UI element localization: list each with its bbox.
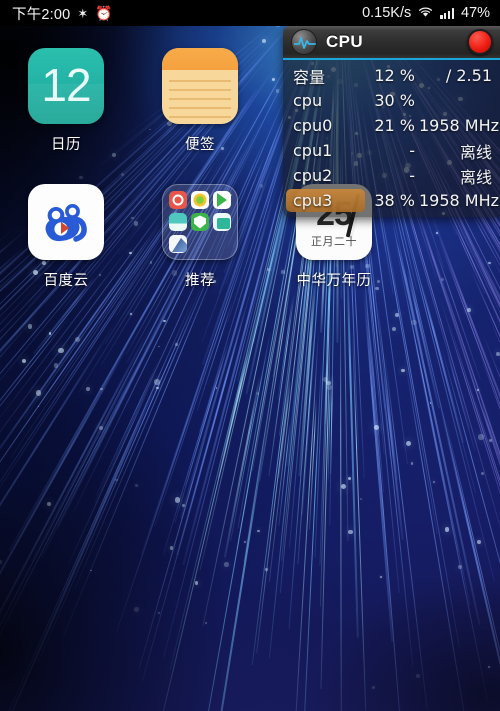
cpu-panel-header[interactable]: CPU <box>283 26 500 60</box>
close-icon[interactable] <box>467 29 493 55</box>
cpu-panel-title: CPU <box>326 32 364 51</box>
lunar-date-label: 正月二十 <box>311 235 357 248</box>
wifi-icon <box>418 6 433 20</box>
cpu-stat-extra: 1958 MHz <box>419 116 500 135</box>
cpu-stat-value: 21 % <box>374 116 415 135</box>
folder-mini-icon-6 <box>213 213 231 231</box>
cpu-stat-extra: 离线 <box>459 167 492 187</box>
cpu-stat-name: cpu <box>293 91 323 110</box>
battery-percentage: 47% <box>460 5 490 21</box>
cpu-stat-value: - <box>409 166 415 185</box>
cpu-stat-row[interactable]: cpu2 - 离线 <box>283 163 500 188</box>
app-baidu-cloud[interactable]: 百度云 <box>18 184 114 290</box>
folder-mini-icon-1 <box>169 191 187 209</box>
cpu-stat-row[interactable]: cpu 30 % <box>283 88 500 113</box>
calendar-day-number: 12 <box>41 59 91 111</box>
cpu-stat-name: 容量 <box>293 67 326 87</box>
cpu-stat-name: cpu1 <box>293 141 333 160</box>
cpu-stat-row[interactable]: cpu1 - 离线 <box>283 138 500 163</box>
cpu-stat-name: cpu2 <box>293 166 333 185</box>
cpu-stat-row[interactable]: cpu3 38 % 1958 MHz <box>283 188 500 213</box>
app-notes[interactable]: 便签 <box>152 48 248 154</box>
folder-mini-icon-3 <box>213 191 231 209</box>
notes-icon[interactable] <box>162 48 238 124</box>
network-speed-label: 0.15K/s <box>362 5 412 21</box>
phone-screen: 下午2:00 ✶ ⏰ 0.15K/s 47% 12 日历 便签 百度云 推荐 正… <box>0 0 500 711</box>
cellular-signal-icon <box>440 7 454 19</box>
pulse-monitor-icon <box>291 29 317 55</box>
cpu-stat-row[interactable]: cpu0 21 % 1958 MHz <box>283 113 500 138</box>
app-label-notes: 便签 <box>185 137 215 153</box>
app-label-baidu-cloud: 百度云 <box>43 273 89 289</box>
folder-icon[interactable] <box>162 184 238 260</box>
cpu-stat-name: cpu0 <box>293 116 333 135</box>
status-time: 下午2:00 <box>12 6 71 23</box>
status-bar: 下午2:00 ✶ ⏰ 0.15K/s 47% <box>0 0 500 26</box>
calendar-icon[interactable]: 12 <box>28 48 104 124</box>
notes-icon-header <box>162 48 238 70</box>
cpu-stat-extra: / 2.51 <box>445 66 492 85</box>
app-label-calendar: 日历 <box>51 137 81 153</box>
folder-mini-icon-5 <box>191 213 209 231</box>
cpu-stat-value: 12 % <box>374 66 415 85</box>
cpu-monitor-panel[interactable]: CPU 容量 12 %/ 2.51 cpu 30 % cpu0 21 % 1958 MHz c… <box>283 26 500 217</box>
cpu-stat-extra: 1958 MHz <box>419 191 500 210</box>
cpu-stat-row[interactable]: 容量 12 % / 2.51 <box>283 63 500 88</box>
cpu-stat-value: - <box>409 141 415 160</box>
folder-mini-icon-4 <box>169 213 187 231</box>
baidu-cloud-icon[interactable] <box>28 184 104 260</box>
status-bar-left: 下午2:00 ✶ ⏰ <box>12 3 113 24</box>
alarm-clock-icon: ⏰ <box>95 5 113 21</box>
cpu-stats-list: 容量 12 %/ 2.51 cpu 30 % cpu0 21 % 1958 MHz cpu1-… <box>283 60 500 217</box>
status-bar-right: 0.15K/s 47% <box>362 5 490 21</box>
cpu-stat-value: 30 % <box>374 91 415 110</box>
folder-mini-icon-7 <box>169 235 187 253</box>
app-label-lunar-calendar: 中华万年历 <box>296 273 372 289</box>
bluetooth-icon: ✶ <box>77 5 89 21</box>
cpu-stat-extra: 离线 <box>459 142 492 162</box>
folder-mini-icon-2 <box>191 191 209 209</box>
app-calendar[interactable]: 12 日历 <box>18 48 114 154</box>
cpu-stat-name: cpu3 <box>293 191 333 210</box>
app-folder-recommended[interactable]: 推荐 <box>152 184 248 290</box>
cpu-stat-value: 38 % <box>374 191 415 210</box>
app-label-folder-recommended: 推荐 <box>185 273 215 289</box>
